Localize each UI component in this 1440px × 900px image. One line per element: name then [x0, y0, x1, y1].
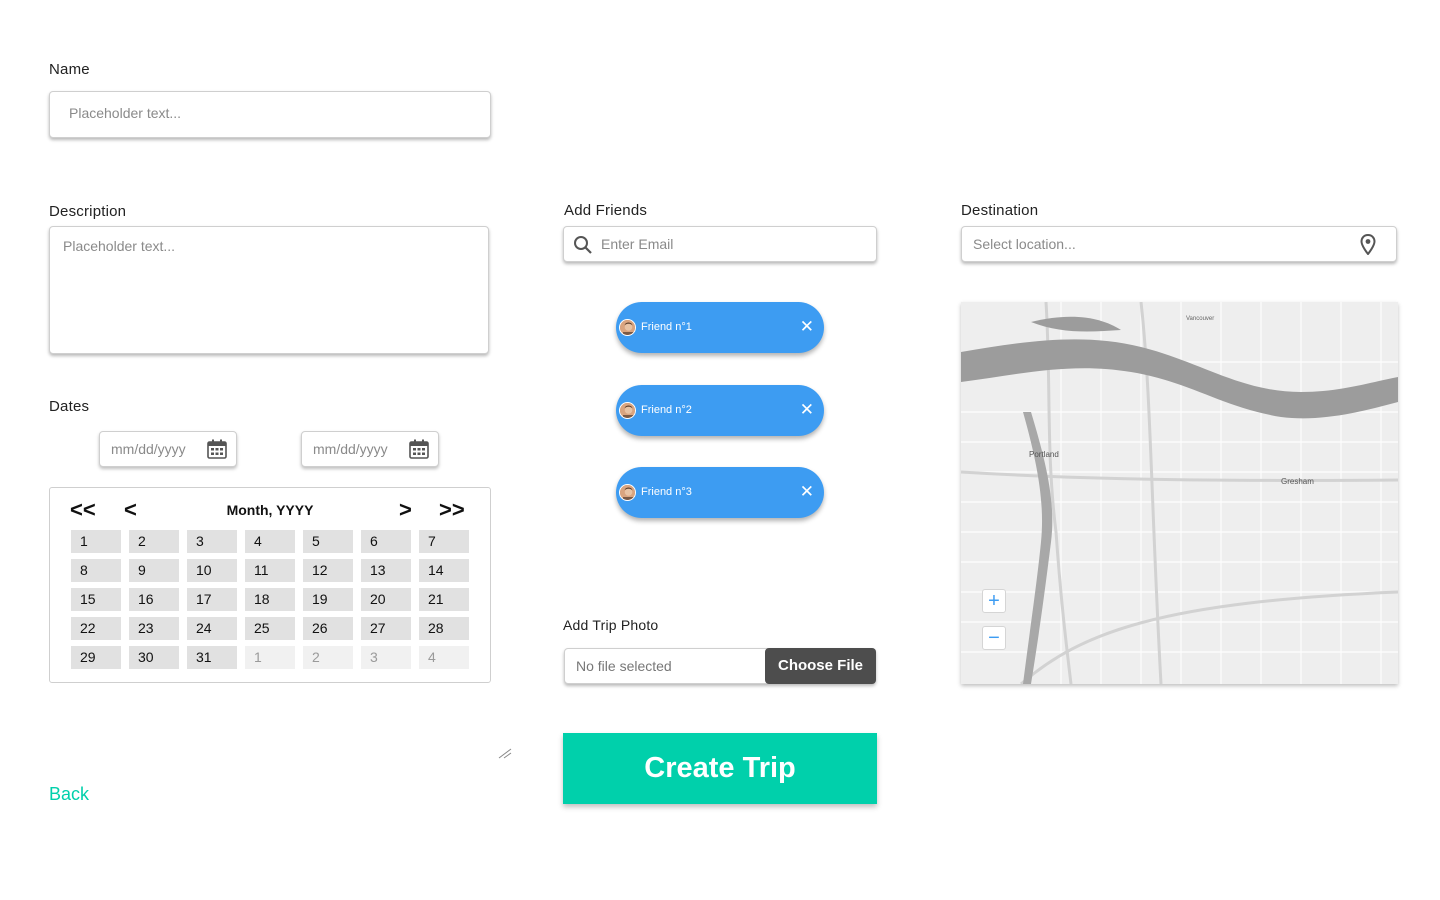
calendar-day[interactable]: 22 — [71, 617, 121, 640]
calendar-day[interactable]: 27 — [361, 617, 411, 640]
close-icon[interactable]: ✕ — [800, 400, 814, 420]
search-icon — [574, 236, 592, 254]
close-icon[interactable]: ✕ — [800, 482, 814, 502]
map-label-vancouver: Vancouver — [1186, 316, 1214, 322]
map-label-portland: Portland — [1029, 450, 1059, 459]
calendar-day[interactable]: 6 — [361, 530, 411, 553]
calendar-day[interactable]: 14 — [419, 559, 469, 582]
avatar — [619, 402, 636, 419]
destination-placeholder: Select location... — [973, 236, 1076, 252]
calendar-day[interactable]: 29 — [71, 646, 121, 669]
friend-chip[interactable]: Friend n°3 ✕ — [616, 467, 824, 518]
map-tiles: Portland Gresham Vancouver — [961, 302, 1398, 684]
friend-email-input[interactable]: Enter Email — [563, 226, 877, 262]
calendar-grid: 1 2 3 4 5 6 7 8 9 10 11 12 13 14 15 16 17 18 19 20 21 22 23 24 2… — [71, 530, 469, 669]
description-textarea[interactable]: Placeholder text... — [49, 226, 489, 354]
calendar-day-next-month[interactable]: 4 — [419, 646, 469, 669]
calendar-day[interactable]: 28 — [419, 617, 469, 640]
calendar-day[interactable]: 18 — [245, 588, 295, 611]
calendar-day[interactable]: 4 — [245, 530, 295, 553]
friend-email-placeholder: Enter Email — [601, 236, 674, 252]
friend-name: Friend n°3 — [641, 486, 692, 498]
map-zoom-in-button[interactable]: + — [982, 589, 1006, 613]
avatar — [619, 484, 636, 501]
calendar-day-next-month[interactable]: 2 — [303, 646, 353, 669]
end-date-placeholder: mm/dd/yyyy — [313, 441, 388, 457]
friend-chip[interactable]: Friend n°2 ✕ — [616, 385, 824, 436]
trip-photo-input[interactable]: No file selected Choose File — [564, 648, 876, 684]
friend-name: Friend n°1 — [641, 321, 692, 333]
back-link[interactable]: Back — [49, 784, 89, 805]
add-friends-label: Add Friends — [564, 202, 648, 219]
calendar-day[interactable]: 15 — [71, 588, 121, 611]
name-input[interactable]: Placeholder text... — [49, 91, 491, 138]
calendar-day[interactable]: 16 — [129, 588, 179, 611]
file-status: No file selected — [576, 658, 672, 674]
calendar-day[interactable]: 10 — [187, 559, 237, 582]
calendar-icon[interactable] — [207, 439, 227, 459]
resize-handle-icon — [498, 748, 512, 759]
calendar-day[interactable]: 21 — [419, 588, 469, 611]
calendar-day[interactable]: 5 — [303, 530, 353, 553]
calendar-day[interactable]: 13 — [361, 559, 411, 582]
friend-name: Friend n°2 — [641, 404, 692, 416]
calendar-day[interactable]: 8 — [71, 559, 121, 582]
calendar-day-next-month[interactable]: 3 — [361, 646, 411, 669]
destination-label: Destination — [961, 202, 1039, 219]
calendar-day[interactable]: 20 — [361, 588, 411, 611]
calendar-title: Month, YYYY — [226, 502, 314, 518]
destination-map[interactable]: Portland Gresham Vancouver + − — [961, 302, 1398, 684]
add-trip-photo-label: Add Trip Photo — [563, 617, 659, 633]
choose-file-button[interactable]: Choose File — [765, 648, 876, 684]
dates-label: Dates — [49, 398, 90, 415]
location-pin-icon[interactable] — [1360, 234, 1376, 255]
close-icon[interactable]: ✕ — [800, 317, 814, 337]
description-label: Description — [49, 203, 127, 220]
calendar-day[interactable]: 1 — [71, 530, 121, 553]
calendar: << < Month, YYYY > >> 1 2 3 4 5 6 7 8 9 10 11 12 13 1… — [49, 487, 491, 683]
calendar-day[interactable]: 31 — [187, 646, 237, 669]
calendar-day[interactable]: 24 — [187, 617, 237, 640]
destination-input[interactable]: Select location... — [961, 226, 1397, 262]
start-date-input[interactable]: mm/dd/yyyy — [99, 431, 237, 467]
calendar-icon[interactable] — [409, 439, 429, 459]
create-trip-button[interactable]: Create Trip — [563, 733, 877, 804]
map-label-gresham: Gresham — [1281, 477, 1314, 486]
map-zoom-out-button[interactable]: − — [982, 626, 1006, 650]
start-date-placeholder: mm/dd/yyyy — [111, 441, 186, 457]
calendar-day[interactable]: 23 — [129, 617, 179, 640]
last-month-button[interactable]: >> — [439, 499, 465, 521]
name-placeholder: Placeholder text... — [69, 105, 182, 121]
next-month-button[interactable]: > — [399, 499, 412, 521]
calendar-day[interactable]: 9 — [129, 559, 179, 582]
calendar-day[interactable]: 26 — [303, 617, 353, 640]
end-date-input[interactable]: mm/dd/yyyy — [301, 431, 439, 467]
calendar-header: << < Month, YYYY > >> — [50, 499, 490, 521]
calendar-day[interactable]: 2 — [129, 530, 179, 553]
calendar-day[interactable]: 12 — [303, 559, 353, 582]
calendar-day[interactable]: 19 — [303, 588, 353, 611]
calendar-day[interactable]: 25 — [245, 617, 295, 640]
friend-chip[interactable]: Friend n°1 ✕ — [616, 302, 824, 353]
calendar-day[interactable]: 7 — [419, 530, 469, 553]
calendar-day[interactable]: 30 — [129, 646, 179, 669]
calendar-day[interactable]: 3 — [187, 530, 237, 553]
avatar — [619, 319, 636, 336]
description-placeholder: Placeholder text... — [63, 238, 176, 254]
calendar-day-next-month[interactable]: 1 — [245, 646, 295, 669]
name-label: Name — [49, 61, 90, 78]
calendar-day[interactable]: 11 — [245, 559, 295, 582]
calendar-day[interactable]: 17 — [187, 588, 237, 611]
